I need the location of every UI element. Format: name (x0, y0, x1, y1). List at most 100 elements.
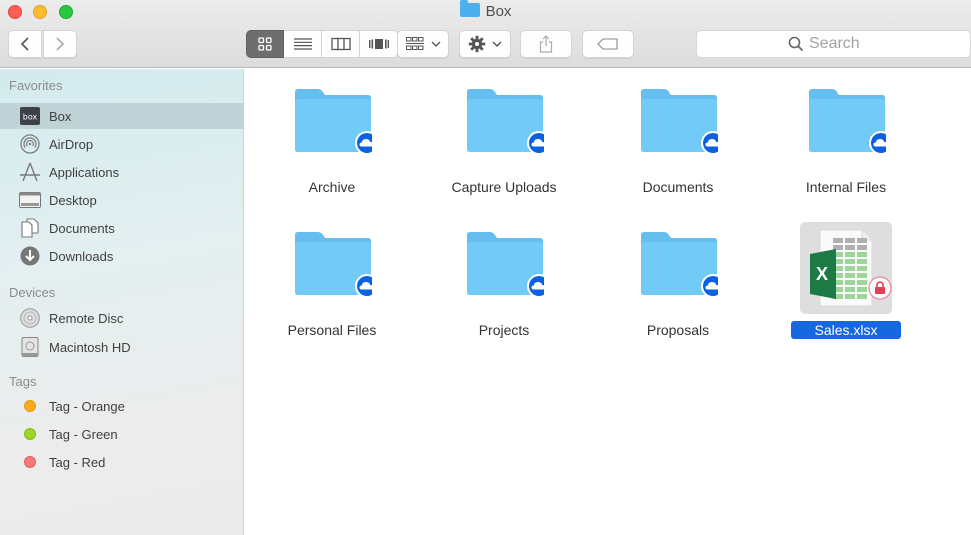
sidebar-item-box[interactable]: box Box (0, 103, 243, 129)
share-button[interactable] (520, 30, 572, 58)
sidebar-item-downloads[interactable]: Downloads (0, 243, 243, 269)
sidebar-item-label: Tag - Red (49, 454, 106, 470)
tag-button[interactable] (582, 30, 634, 58)
file-name-text: Sales.xlsx (791, 321, 901, 339)
file-grid: Archive Capture Uploads Documents Intern… (245, 69, 971, 535)
folder-icon (808, 87, 893, 167)
list-icon (293, 38, 312, 50)
file-name-label: Documents (603, 179, 753, 195)
svg-text:X: X (816, 264, 828, 284)
file-name-label: Projects (429, 322, 579, 338)
folder-icon (640, 87, 725, 167)
sidebar-item-label: Tag - Green (49, 426, 118, 442)
sidebar-item-tag-orange[interactable]: Tag - Orange (0, 393, 243, 419)
back-button[interactable] (8, 30, 42, 58)
sidebar-item-documents[interactable]: Documents (0, 215, 243, 241)
documents-icon (19, 217, 41, 239)
forward-button[interactable] (43, 30, 77, 58)
search-field[interactable] (696, 30, 971, 58)
sidebar-item-label: Desktop (49, 192, 97, 208)
file-name-text: Archive (308, 179, 356, 195)
sidebar-item-desktop[interactable]: Desktop (0, 187, 243, 213)
action-button[interactable] (459, 30, 511, 58)
sidebar-item-tag-green[interactable]: Tag - Green (0, 421, 243, 447)
devices-header: Devices (9, 285, 56, 300)
file-name-text: Internal Files (805, 179, 887, 195)
chevron-left-icon (20, 37, 29, 51)
file-name-label: Personal Files (257, 322, 407, 338)
icon-view-button[interactable] (246, 30, 284, 58)
orange-dot (24, 400, 36, 412)
folder-item[interactable]: Archive (257, 79, 407, 209)
file-name-label: Capture Uploads (429, 179, 579, 195)
airdrop-icon (19, 133, 41, 155)
svg-text:box: box (23, 113, 38, 122)
gear-icon (468, 35, 486, 53)
sidebar-item-airdrop[interactable]: AirDrop (0, 131, 243, 157)
red-dot (24, 456, 36, 468)
folder-icon (459, 0, 480, 17)
title-bar: Box (0, 0, 971, 68)
sidebar-item-label: Documents (49, 220, 115, 236)
arrange-grid-icon (405, 37, 424, 50)
green-dot (24, 428, 36, 440)
chevron-down-icon (492, 41, 502, 47)
sidebar-item-label: Tag - Orange (49, 398, 125, 414)
column-view-button[interactable] (322, 30, 360, 58)
columns-icon (330, 37, 351, 51)
list-view-button[interactable] (284, 30, 322, 58)
file-name-text: Capture Uploads (451, 179, 557, 195)
share-icon (539, 35, 553, 53)
tag-color-dot-icon (19, 423, 41, 445)
tags-header: Tags (9, 374, 37, 389)
folder-item[interactable]: Documents (603, 79, 753, 209)
arrange-button[interactable] (397, 30, 449, 58)
folder-item[interactable]: Projects (429, 222, 579, 352)
finder-window: Box Search Favorites box Box AirDrop App… (0, 0, 971, 535)
grid-icon (258, 37, 272, 51)
favorites-header: Favorites (9, 78, 63, 93)
tag-color-dot-icon (19, 395, 41, 417)
sidebar-item-label: Applications (49, 164, 120, 180)
chevron-right-icon (56, 37, 65, 51)
folder-icon (466, 230, 551, 310)
search-input[interactable] (809, 35, 879, 53)
hard-drive-icon (19, 336, 41, 358)
sidebar-item-tag-red[interactable]: Tag - Red (0, 449, 243, 475)
file-item[interactable]: X Sales.xlsx (771, 222, 921, 352)
box-logo-icon: box (19, 105, 41, 127)
tag-color-dot-icon (19, 451, 41, 473)
folder-item[interactable]: Internal Files (771, 79, 921, 209)
sidebar-item-label: Remote Disc (49, 310, 124, 326)
file-name-label: Proposals (603, 322, 753, 338)
excel-file-icon: X (800, 222, 892, 314)
window-title-text: Box (485, 3, 512, 20)
chevron-down-icon (431, 41, 440, 47)
window-title: Box (0, 0, 971, 20)
folder-item[interactable]: Capture Uploads (429, 79, 579, 209)
folder-item[interactable]: Proposals (603, 222, 753, 352)
file-name-label: Archive (257, 179, 407, 195)
folder-icon (294, 230, 379, 310)
cover-flow-view-button[interactable] (360, 30, 398, 58)
sidebar-item-applications[interactable]: Applications (0, 159, 243, 185)
tag-icon (597, 38, 618, 50)
sidebar-item-macintosh-hd[interactable]: Macintosh HD (0, 334, 243, 360)
sidebar: Favorites box Box AirDrop Applications D… (0, 69, 244, 535)
folder-icon (466, 87, 551, 167)
file-name-label: Sales.xlsx (771, 321, 921, 339)
file-name-label: Internal Files (771, 179, 921, 195)
folder-item[interactable]: Personal Files (257, 222, 407, 352)
folder-icon (640, 230, 725, 310)
downloads-icon (19, 245, 41, 267)
desktop-icon (19, 189, 41, 211)
file-name-text: Projects (478, 322, 530, 338)
cover-flow-icon (368, 39, 389, 49)
sidebar-item-remote-disc[interactable]: Remote Disc (0, 305, 243, 331)
disc-icon (19, 307, 41, 329)
sidebar-item-label: AirDrop (49, 136, 94, 152)
file-name-text: Personal Files (287, 322, 377, 338)
applications-icon (19, 161, 41, 183)
sidebar-item-label: Downloads (49, 248, 114, 264)
file-name-text: Documents (642, 179, 714, 195)
